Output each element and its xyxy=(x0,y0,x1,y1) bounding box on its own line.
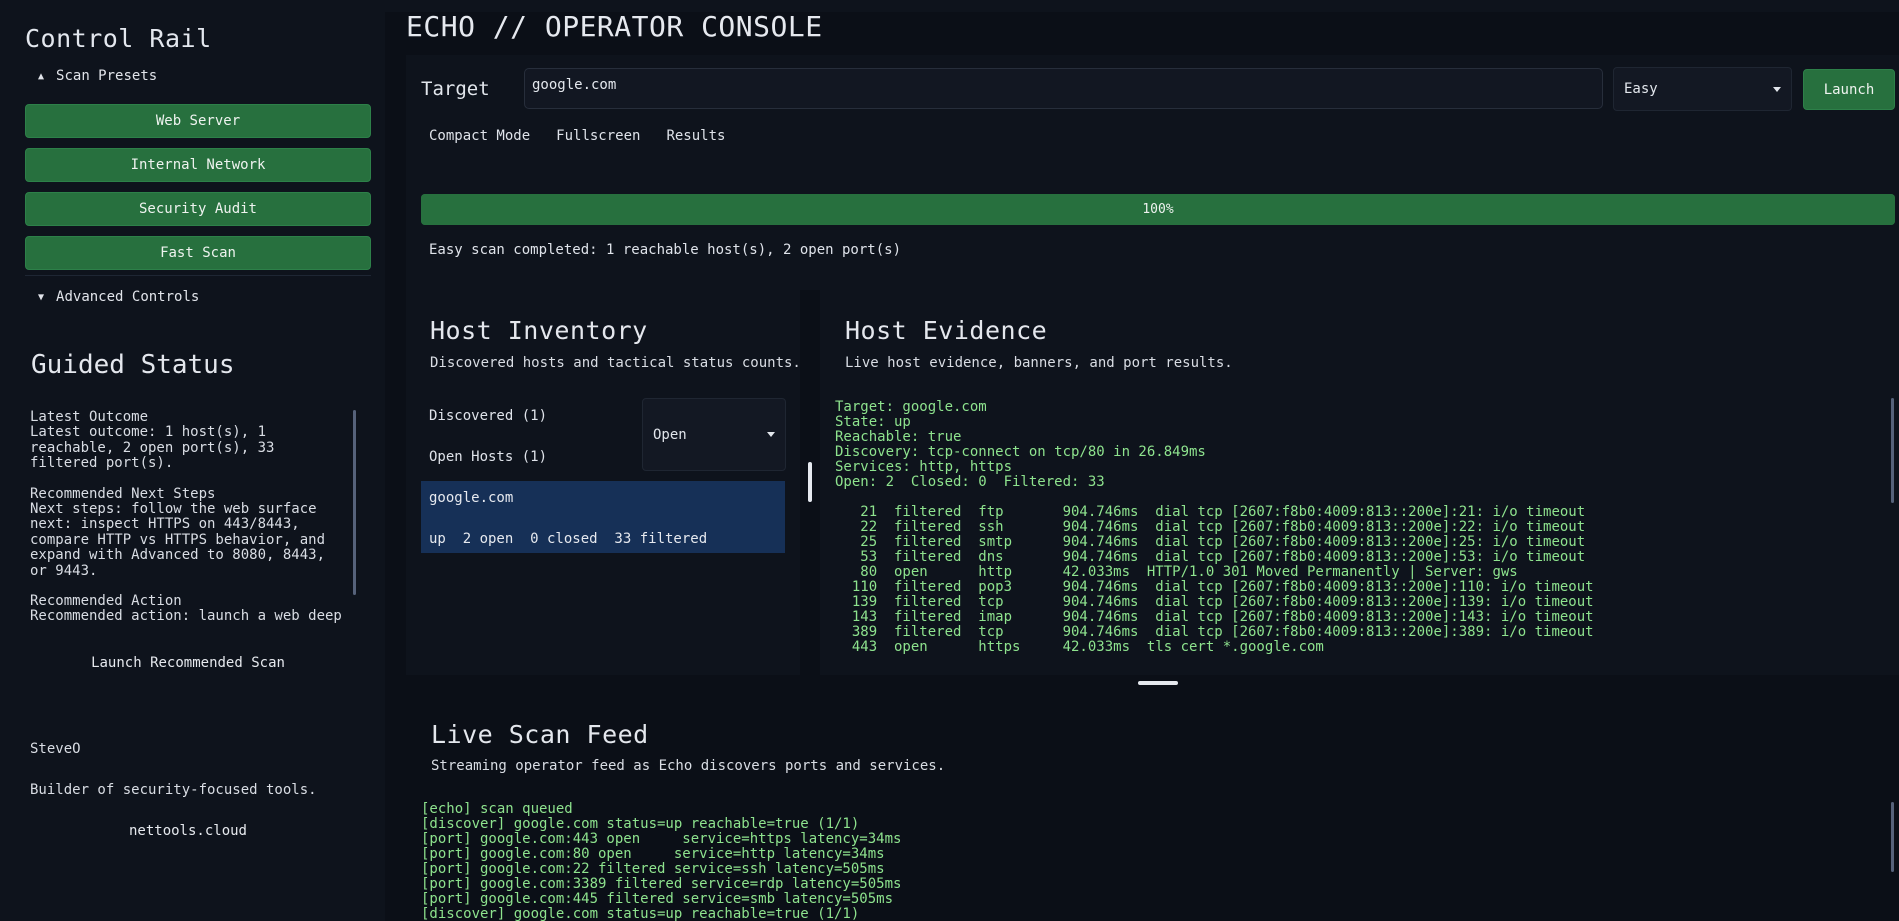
port-row: 389 filtered tcp 904.746ms dial tcp [260… xyxy=(835,624,1594,640)
port-row: 21 filtered ftp 904.746ms dial tcp [2607… xyxy=(835,505,1586,520)
host-evidence-subtitle: Live host evidence, banners, and port re… xyxy=(845,355,1233,371)
panel-resize-handle[interactable] xyxy=(808,462,812,502)
sidebar: Control Rail ▲ Scan Presets Web Server I… xyxy=(0,0,385,921)
host-filter-value: Open xyxy=(653,426,687,443)
port-row: 443 open https 42.033ms tls cert *.googl… xyxy=(835,639,1324,655)
feed-line: [port] google.com:22 filtered service=ss… xyxy=(421,861,885,877)
guided-status-box[interactable]: Latest Outcome Latest outcome: 1 host(s)… xyxy=(30,410,350,630)
host-name: google.com xyxy=(429,490,514,506)
host-stats: up 2 open 0 closed 33 filtered xyxy=(429,531,708,547)
sidebar-divider xyxy=(25,275,371,276)
page-title: ECHO // OPERATOR CONSOLE xyxy=(406,10,823,43)
feed-line: [port] google.com:445 filtered service=s… xyxy=(421,891,894,907)
target-input[interactable]: google.com xyxy=(524,68,1603,109)
feed-line: [port] google.com:80 open service=http l… xyxy=(421,846,885,862)
launch-button[interactable]: Launch xyxy=(1803,69,1895,110)
tab-compact-mode[interactable]: Compact Mode xyxy=(429,128,530,144)
sidebar-title: Control Rail xyxy=(25,24,212,53)
tab-results[interactable]: Results xyxy=(666,128,725,144)
port-row: 80 open http 42.033ms HTTP/1.0 301 Moved… xyxy=(835,564,1518,580)
scan-progress-bar: 100% xyxy=(421,194,1895,225)
feed-line: [port] google.com:443 open service=https… xyxy=(421,831,902,847)
preset-security-audit-button[interactable]: Security Audit xyxy=(25,192,371,226)
evidence-summary: Target: google.com State: up Reachable: tr… xyxy=(835,400,1206,490)
live-feed-log[interactable]: [echo] scan queued [discover] google.com … xyxy=(421,802,1881,921)
evidence-summary-line: Target: google.com xyxy=(835,399,987,415)
recommended-action-heading: Recommended Action xyxy=(30,593,182,610)
dropdown-arrow-icon xyxy=(767,432,775,437)
chevron-down-icon: ▼ xyxy=(38,291,45,303)
tab-fullscreen[interactable]: Fullscreen xyxy=(556,128,640,144)
live-feed-title: Live Scan Feed xyxy=(431,720,649,749)
launch-recommended-scan-button[interactable]: Launch Recommended Scan xyxy=(30,655,346,671)
port-row: 139 filtered tcp 904.746ms dial tcp [260… xyxy=(835,594,1594,610)
host-filter-select[interactable]: Open xyxy=(642,398,786,471)
recommended-next-steps: Recommended Next Steps Next steps: follo… xyxy=(30,485,350,579)
guided-scrollbar[interactable] xyxy=(353,410,356,595)
advanced-controls-expander[interactable]: ▼ Advanced Controls xyxy=(38,289,199,305)
preset-internal-network-button[interactable]: Internal Network xyxy=(25,148,371,182)
evidence-summary-line: Services: http, https xyxy=(835,459,1013,475)
feed-line: [port] google.com:3389 filtered service=… xyxy=(421,876,902,892)
latest-outcome-text: Latest outcome: 1 host(s), 1 reachable, … xyxy=(30,424,283,472)
view-tabs: Compact Mode Fullscreen Results xyxy=(429,128,725,144)
scan-presets-expander[interactable]: ▲ Scan Presets xyxy=(38,68,157,84)
open-hosts-count[interactable]: Open Hosts (1) xyxy=(429,449,547,465)
host-inventory-subtitle: Discovered hosts and tactical status cou… xyxy=(430,355,801,371)
port-row: 25 filtered smtp 904.746ms dial tcp [260… xyxy=(835,534,1586,550)
scan-mode-select[interactable]: Easy xyxy=(1613,67,1792,111)
author-name: SteveO xyxy=(30,741,81,757)
preset-fast-scan-button[interactable]: Fast Scan xyxy=(25,236,371,270)
evidence-summary-line: Reachable: true xyxy=(835,429,962,445)
port-row: 110 filtered pop3 904.746ms dial tcp [26… xyxy=(835,579,1594,595)
evidence-summary-line: State: up xyxy=(835,414,911,430)
next-steps-text: Next steps: follow the web surface next:… xyxy=(30,501,334,579)
app-root: Control Rail ▲ Scan Presets Web Server I… xyxy=(0,0,1899,921)
feed-line: [echo] scan queued xyxy=(421,802,573,817)
latest-outcome: Latest Outcome Latest outcome: 1 host(s)… xyxy=(30,410,350,472)
feed-scrollbar[interactable] xyxy=(1891,802,1894,872)
scan-status-text: Easy scan completed: 1 reachable host(s)… xyxy=(429,242,902,258)
port-row: 53 filtered dns 904.746ms dial tcp [2607… xyxy=(835,549,1586,565)
scan-mode-value: Easy xyxy=(1624,81,1658,97)
progress-label: 100% xyxy=(1142,202,1174,217)
port-row: 143 filtered imap 904.746ms dial tcp [26… xyxy=(835,609,1594,625)
discovered-count[interactable]: Discovered (1) xyxy=(429,408,547,424)
evidence-summary-line: Discovery: tcp-connect on tcp/80 in 26.8… xyxy=(835,444,1206,460)
port-row: 22 filtered ssh 904.746ms dial tcp [2607… xyxy=(835,519,1586,535)
host-inventory-title: Host Inventory xyxy=(430,316,648,345)
evidence-scrollbar[interactable] xyxy=(1891,398,1894,503)
host-evidence-title: Host Evidence xyxy=(845,316,1048,345)
chevron-up-icon: ▲ xyxy=(38,70,45,82)
latest-outcome-heading: Latest Outcome xyxy=(30,410,149,425)
recommended-action: Recommended Action Recommended action: l… xyxy=(30,593,350,625)
feed-resize-handle[interactable] xyxy=(1138,681,1178,685)
guided-status-title: Guided Status xyxy=(31,350,235,380)
evidence-summary-line: Open: 2 Closed: 0 Filtered: 33 xyxy=(835,474,1105,490)
target-label: Target xyxy=(421,78,490,100)
next-steps-heading: Recommended Next Steps xyxy=(30,485,216,502)
recommended-action-text: Recommended action: launch a web deep xyxy=(30,608,342,625)
feed-line: [discover] google.com status=up reachabl… xyxy=(421,906,860,921)
feed-line: [discover] google.com status=up reachabl… xyxy=(421,816,860,832)
author-link[interactable]: nettools.cloud xyxy=(30,823,346,839)
preset-web-server-button[interactable]: Web Server xyxy=(25,104,371,138)
advanced-controls-label: Advanced Controls xyxy=(56,289,200,305)
dropdown-arrow-icon xyxy=(1773,86,1781,92)
author-bio: Builder of security-focused tools. xyxy=(30,782,317,798)
live-feed-subtitle: Streaming operator feed as Echo discover… xyxy=(431,758,946,774)
scan-presets-label: Scan Presets xyxy=(56,68,158,84)
evidence-port-table[interactable]: 21 filtered ftp 904.746ms dial tcp [2607… xyxy=(835,505,1875,660)
